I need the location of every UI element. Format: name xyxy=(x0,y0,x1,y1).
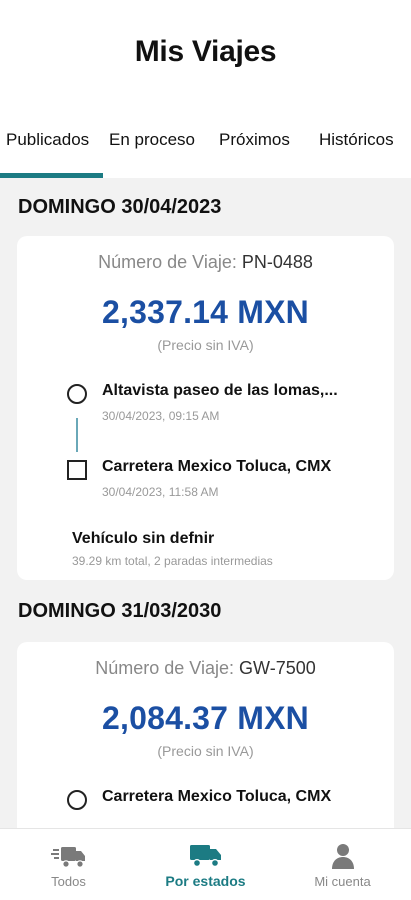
vehicle-label: Vehículo sin defnir xyxy=(72,530,215,547)
stop-address: Carretera Mexico Toluca, CMX xyxy=(102,788,332,805)
nav-por-estados[interactable]: Por estados xyxy=(137,829,274,900)
nav-todos[interactable]: Todos xyxy=(0,829,137,900)
trip-number: Número de Viaje: GW-7500 xyxy=(17,658,394,679)
nav-label: Mi cuenta xyxy=(314,873,371,889)
origin-stop: Altavista paseo de las lomas,... 30/04/2… xyxy=(17,382,394,430)
vehicle-detail: 39.29 km total, 2 paradas intermedias xyxy=(72,554,273,568)
destination-square-icon xyxy=(67,460,87,480)
origin-circle-icon xyxy=(67,790,87,810)
tab-proximos[interactable]: Próximos xyxy=(219,128,290,150)
stop-time: 30/04/2023, 11:58 AM xyxy=(102,485,219,499)
user-icon xyxy=(331,843,354,869)
route-connector xyxy=(76,418,78,452)
trip-number: Número de Viaje: PN-0488 xyxy=(17,252,394,273)
stop-time: 30/04/2023, 09:15 AM xyxy=(102,409,220,423)
date-header: DOMINGO 30/04/2023 xyxy=(18,195,222,218)
stop-address: Carretera Mexico Toluca, CMX xyxy=(102,458,332,475)
page-title: Mis Viajes xyxy=(134,35,277,68)
status-tabs: Publicados En proceso Próximos Histórico… xyxy=(0,104,411,178)
origin-stop: Carretera Mexico Toluca, CMX xyxy=(17,788,394,828)
destination-stop: Carretera Mexico Toluca, CMX 30/04/2023,… xyxy=(17,458,394,506)
origin-circle-icon xyxy=(67,384,87,404)
tab-publicados[interactable]: Publicados xyxy=(6,128,89,150)
price-note: (Precio sin IVA) xyxy=(157,743,254,759)
trip-number-value: GW-7500 xyxy=(239,658,316,678)
trip-card[interactable]: Número de Viaje: PN-0488 2,337.14 MXN (P… xyxy=(17,236,394,580)
trip-number-label: Número de Viaje: xyxy=(98,252,237,272)
nav-label: Por estados xyxy=(165,873,246,889)
stop-address: Altavista paseo de las lomas,... xyxy=(102,382,338,399)
app-header: Mis Viajes xyxy=(0,0,411,104)
trip-price: 2,084.37 MXN xyxy=(102,700,309,736)
trip-price: 2,337.14 MXN xyxy=(102,294,309,330)
truck-fast-icon xyxy=(50,846,85,868)
bottom-navigation: Todos Por estados Mi cuenta xyxy=(0,828,411,900)
trip-number-value: PN-0488 xyxy=(241,252,313,272)
tab-en-proceso[interactable]: En proceso xyxy=(109,128,195,150)
nav-label: Todos xyxy=(51,873,86,889)
trip-card[interactable]: Número de Viaje: GW-7500 2,084.37 MXN (P… xyxy=(17,642,394,828)
trip-number-label: Número de Viaje: xyxy=(95,658,235,678)
price-note: (Precio sin IVA) xyxy=(157,337,254,353)
truck-icon xyxy=(189,845,221,868)
date-header: DOMINGO 31/03/2030 xyxy=(18,599,222,622)
trips-list[interactable]: DOMINGO 30/04/2023 Número de Viaje: PN-0… xyxy=(0,178,411,828)
tab-historicos[interactable]: Históricos xyxy=(319,128,394,150)
nav-mi-cuenta[interactable]: Mi cuenta xyxy=(274,829,411,900)
